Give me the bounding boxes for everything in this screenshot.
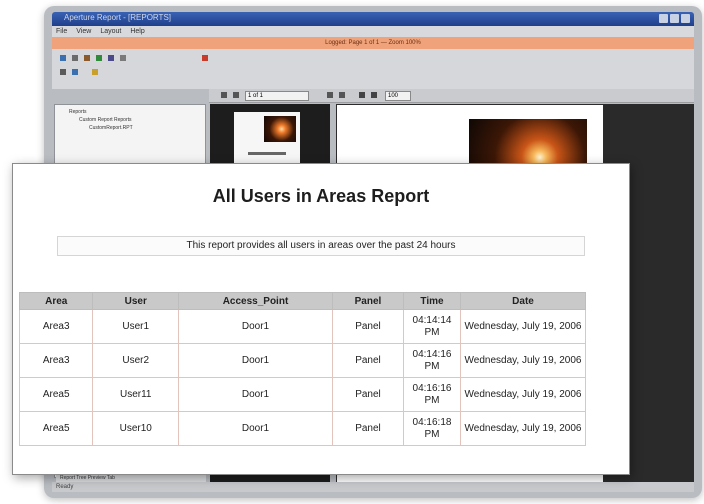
menu-view[interactable]: View bbox=[76, 26, 91, 37]
menu-help[interactable]: Help bbox=[130, 26, 144, 37]
status-text: Ready bbox=[56, 484, 74, 490]
tree-child[interactable]: Custom Report Reports bbox=[79, 117, 132, 123]
cell-access-point: Door1 bbox=[178, 411, 333, 446]
cell-panel: Panel bbox=[331, 343, 405, 378]
column-header-user: User bbox=[92, 292, 180, 310]
last-page-icon[interactable] bbox=[339, 92, 345, 98]
cell-user: User11 bbox=[92, 377, 180, 412]
page-navigation: 1 of 1 100 bbox=[209, 89, 694, 103]
menu-file[interactable]: File bbox=[56, 26, 67, 37]
cell-user: User1 bbox=[92, 309, 180, 344]
column-header-access-point: Access_Point bbox=[178, 292, 333, 310]
cell-date: Wednesday, July 19, 2006 bbox=[460, 309, 586, 344]
cell-date: Wednesday, July 19, 2006 bbox=[460, 377, 586, 412]
prev-page-icon[interactable] bbox=[233, 92, 239, 98]
next-page-icon[interactable] bbox=[327, 92, 333, 98]
cell-area: Area5 bbox=[18, 411, 94, 446]
export-icon[interactable] bbox=[84, 55, 90, 61]
cell-date: Wednesday, July 19, 2006 bbox=[460, 343, 586, 378]
print-icon[interactable] bbox=[72, 55, 78, 61]
minimize-icon[interactable] bbox=[659, 14, 668, 23]
forward-icon[interactable] bbox=[72, 69, 78, 75]
toolbar bbox=[52, 49, 694, 89]
table-row: Area5 User11 Door1 Panel 04:16:16 PM Wed… bbox=[18, 377, 586, 412]
close-icon[interactable] bbox=[681, 14, 690, 23]
cell-area: Area3 bbox=[18, 343, 94, 378]
report-table: Area User Access_Point Panel Time Date A… bbox=[18, 292, 586, 446]
cell-date: Wednesday, July 19, 2006 bbox=[460, 411, 586, 446]
column-header-area: Area bbox=[18, 292, 94, 310]
menu-layout[interactable]: Layout bbox=[100, 26, 121, 37]
thumbnail-image bbox=[264, 116, 296, 142]
maximize-icon[interactable] bbox=[670, 14, 679, 23]
table-row: Area5 User10 Door1 Panel 04:16:18 PM Wed… bbox=[18, 411, 586, 446]
info-banner: Logged: Page 1 of 1 — Zoom 100% bbox=[52, 37, 694, 49]
cell-user: User10 bbox=[92, 411, 180, 446]
column-header-date: Date bbox=[460, 292, 586, 310]
cell-panel: Panel bbox=[331, 411, 405, 446]
cell-time: 04:16:18 PM bbox=[403, 411, 461, 446]
cell-access-point: Door1 bbox=[178, 309, 333, 344]
print-preview-icon[interactable] bbox=[359, 92, 365, 98]
refresh-icon[interactable] bbox=[96, 55, 102, 61]
report-subtitle: This report provides all users in areas … bbox=[57, 236, 585, 256]
cell-panel: Panel bbox=[331, 309, 405, 344]
report-title: All Users in Areas Report bbox=[212, 186, 430, 206]
cell-access-point: Door1 bbox=[178, 377, 333, 412]
stop-icon[interactable] bbox=[202, 55, 208, 61]
panel-tabs[interactable]: Report Tree Preview Tab bbox=[56, 474, 206, 482]
table-row: Area3 User1 Door1 Panel 04:14:14 PM Wedn… bbox=[18, 309, 586, 344]
cell-user: User2 bbox=[92, 343, 180, 378]
settings-icon[interactable] bbox=[120, 55, 126, 61]
cell-access-point: Door1 bbox=[178, 343, 333, 378]
tree-leaf[interactable]: CustomReport.RPT bbox=[89, 125, 133, 131]
cell-time: 04:14:14 PM bbox=[403, 309, 461, 344]
open-icon[interactable] bbox=[60, 55, 66, 61]
cell-panel: Panel bbox=[331, 377, 405, 412]
first-page-icon[interactable] bbox=[221, 92, 227, 98]
window-controls bbox=[659, 14, 690, 23]
cell-area: Area3 bbox=[18, 309, 94, 344]
table-header-row: Area User Access_Point Panel Time Date bbox=[18, 292, 586, 310]
page-number-input[interactable]: 1 of 1 bbox=[245, 91, 309, 101]
zoom-level-input[interactable]: 100 bbox=[385, 91, 411, 101]
window-title: Aperture Report - [REPORTS] bbox=[64, 13, 171, 22]
cell-area: Area5 bbox=[18, 377, 94, 412]
report-page: All Users in Areas Report This report pr… bbox=[12, 163, 630, 475]
tree-root[interactable]: Reports bbox=[69, 109, 87, 115]
cell-time: 04:14:16 PM bbox=[403, 343, 461, 378]
table-row: Area3 User2 Door1 Panel 04:14:16 PM Wedn… bbox=[18, 343, 586, 378]
column-header-time: Time bbox=[403, 292, 461, 310]
zoom-icon[interactable] bbox=[371, 92, 377, 98]
back-icon[interactable] bbox=[60, 69, 66, 75]
column-header-panel: Panel bbox=[331, 292, 405, 310]
search-icon[interactable] bbox=[108, 55, 114, 61]
title-bar[interactable]: Aperture Report - [REPORTS] bbox=[52, 12, 694, 26]
status-bar: Ready bbox=[52, 482, 694, 492]
menu-bar: File View Layout Help bbox=[52, 26, 694, 37]
thumbnail-text bbox=[248, 152, 286, 155]
cell-time: 04:16:16 PM bbox=[403, 377, 461, 412]
help-icon[interactable] bbox=[92, 69, 98, 75]
